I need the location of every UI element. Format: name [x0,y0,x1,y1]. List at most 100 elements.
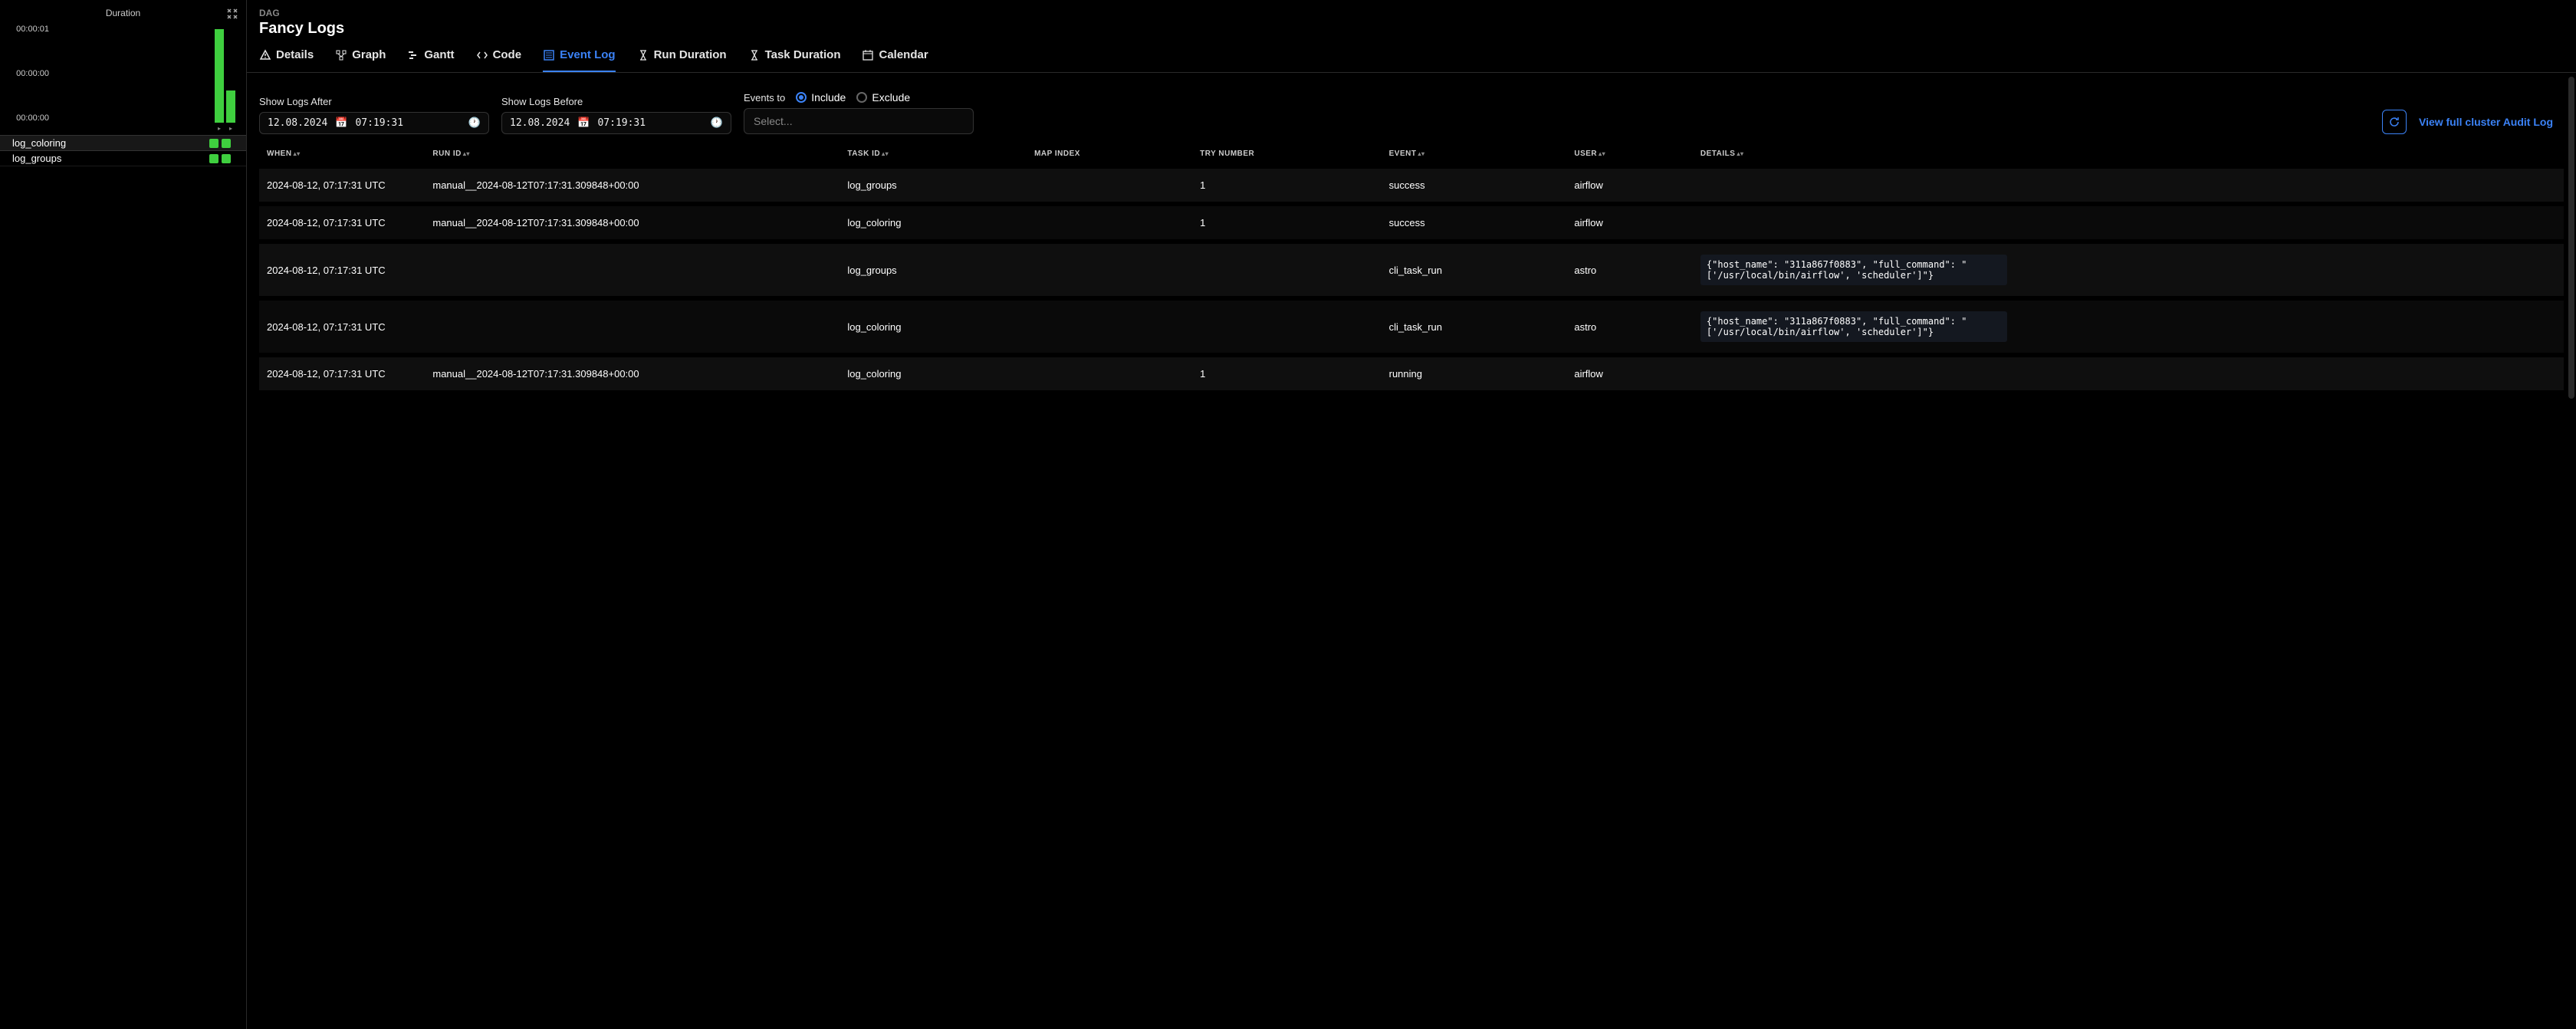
cell-event: success [1382,166,1567,204]
chart-bars[interactable]: ▸ ▸ [54,25,238,132]
cell-when: 2024-08-12, 07:17:31 UTC [259,355,425,390]
col-user[interactable]: USER▴▾ [1566,143,1693,166]
duration-chart: Duration 00:00:01 00:00:00 00:00:00 ▸ ▸ [0,0,246,132]
events-to-label: Events to [744,92,785,104]
cell-when: 2024-08-12, 07:17:31 UTC [259,204,425,242]
clock-icon: 🕐 [711,117,723,129]
tab-gantt[interactable]: Gantt [407,48,454,72]
tab-run-duration[interactable]: Run Duration [637,48,727,72]
cell-run_id: manual__2024-08-12T07:17:31.309848+00:00 [425,166,840,204]
page-title: Fancy Logs [259,20,2564,38]
cell-run_id [425,242,840,298]
scrollbar[interactable] [2568,77,2574,399]
cell-details [1693,204,2564,242]
cell-event: success [1382,204,1567,242]
col-run-id[interactable]: RUN ID▴▾ [425,143,840,166]
toolbar: Show Logs After 12.08.2024 📅 07:19:31 🕐 … [247,73,2576,143]
tab-code[interactable]: Code [476,48,522,72]
cell-when: 2024-08-12, 07:17:31 UTC [259,242,425,298]
refresh-button[interactable] [2382,110,2407,134]
cell-run_id [425,298,840,355]
task-status-cell[interactable] [209,139,219,148]
chart-bar[interactable]: ▸ [226,90,235,123]
list-icon [543,49,555,61]
tab-graph[interactable]: Graph [335,48,386,72]
task-status-cell[interactable] [222,139,231,148]
table-row[interactable]: 2024-08-12, 07:17:31 UTCmanual__2024-08-… [259,355,2564,390]
sidebar: Duration 00:00:01 00:00:00 00:00:00 ▸ ▸ … [0,0,247,1029]
audit-log-link[interactable]: View full cluster Audit Log [2419,116,2553,128]
col-when[interactable]: WHEN▴▾ [259,143,425,166]
cell-user: astro [1566,242,1693,298]
cell-try_number: 1 [1192,204,1381,242]
cell-user: airflow [1566,355,1693,390]
table-row[interactable]: 2024-08-12, 07:17:31 UTCmanual__2024-08-… [259,166,2564,204]
cell-try_number: 1 [1192,355,1381,390]
task-name: log_coloring [12,137,66,149]
logs-after-input[interactable]: 12.08.2024 📅 07:19:31 🕐 [259,112,489,134]
header: DAG Fancy Logs [247,0,2576,38]
logs-before-field: Show Logs Before 12.08.2024 📅 07:19:31 🕐 [501,96,731,134]
exclude-radio[interactable]: Exclude [856,91,910,104]
task-row[interactable]: log_coloring [0,135,246,151]
logs-after-label: Show Logs After [259,96,489,107]
task-status-cell[interactable] [209,154,219,163]
cell-details: {"host_name": "311a867f0883", "full_comm… [1693,298,2564,355]
cell-map_index [1027,242,1192,298]
logs-before-label: Show Logs Before [501,96,731,107]
col-task-id[interactable]: TASK ID▴▾ [840,143,1027,166]
tab-task-duration[interactable]: Task Duration [748,48,841,72]
task-row[interactable]: log_groups [0,151,246,166]
tab-details[interactable]: Details [259,48,314,72]
tab-event-log[interactable]: Event Log [543,48,616,72]
cell-try_number [1192,242,1381,298]
cell-try_number: 1 [1192,166,1381,204]
cell-user: astro [1566,298,1693,355]
cell-map_index [1027,166,1192,204]
cell-details: {"host_name": "311a867f0883", "full_comm… [1693,242,2564,298]
warning-icon [259,49,271,61]
table-row[interactable]: 2024-08-12, 07:17:31 UTCmanual__2024-08-… [259,204,2564,242]
cell-try_number [1192,298,1381,355]
chart-title: Duration [8,8,238,18]
clock-icon: 🕐 [468,117,481,129]
logs-before-input[interactable]: 12.08.2024 📅 07:19:31 🕐 [501,112,731,134]
cell-task_id: log_coloring [840,204,1027,242]
cell-task_id: log_coloring [840,355,1027,390]
table-row[interactable]: 2024-08-12, 07:17:31 UTClog_coloringcli_… [259,298,2564,355]
table-row[interactable]: 2024-08-12, 07:17:31 UTClog_groupscli_ta… [259,242,2564,298]
collapse-icon[interactable] [225,6,240,21]
cell-when: 2024-08-12, 07:17:31 UTC [259,298,425,355]
task-name: log_groups [12,153,61,164]
graph-icon [335,49,347,61]
task-status-cell[interactable] [222,154,231,163]
chart-bar[interactable]: ▸ [215,29,224,123]
cell-task_id: log_coloring [840,298,1027,355]
calendar-icon [862,49,874,61]
cell-details [1693,166,2564,204]
cell-map_index [1027,298,1192,355]
tab-calendar[interactable]: Calendar [862,48,928,72]
events-select[interactable]: Select... [744,108,974,134]
event-log-table: WHEN▴▾ RUN ID▴▾ TASK ID▴▾ MAP INDEX TRY … [247,143,2576,1029]
tabs: Details Graph Gantt Code Event Log Run D… [247,38,2576,73]
cell-details [1693,355,2564,390]
hourglass-icon [637,49,649,61]
main-panel: DAG Fancy Logs Details Graph Gantt Code [247,0,2576,1029]
calendar-icon: 📅 [335,117,347,129]
code-icon [476,49,488,61]
cell-run_id: manual__2024-08-12T07:17:31.309848+00:00 [425,355,840,390]
col-map-index: MAP INDEX [1027,143,1192,166]
chart-y-axis: 00:00:01 00:00:00 00:00:00 [8,25,54,132]
col-details[interactable]: DETAILS▴▾ [1693,143,2564,166]
include-radio[interactable]: Include [796,91,846,104]
cell-when: 2024-08-12, 07:17:31 UTC [259,166,425,204]
cell-event: running [1382,355,1567,390]
cell-event: cli_task_run [1382,242,1567,298]
hourglass-icon [748,49,761,61]
task-list: log_coloring log_groups [0,135,246,166]
calendar-icon: 📅 [577,117,590,129]
col-event[interactable]: EVENT▴▾ [1382,143,1567,166]
events-to-field: Events to Include Exclude Select... [744,91,974,134]
cell-map_index [1027,204,1192,242]
